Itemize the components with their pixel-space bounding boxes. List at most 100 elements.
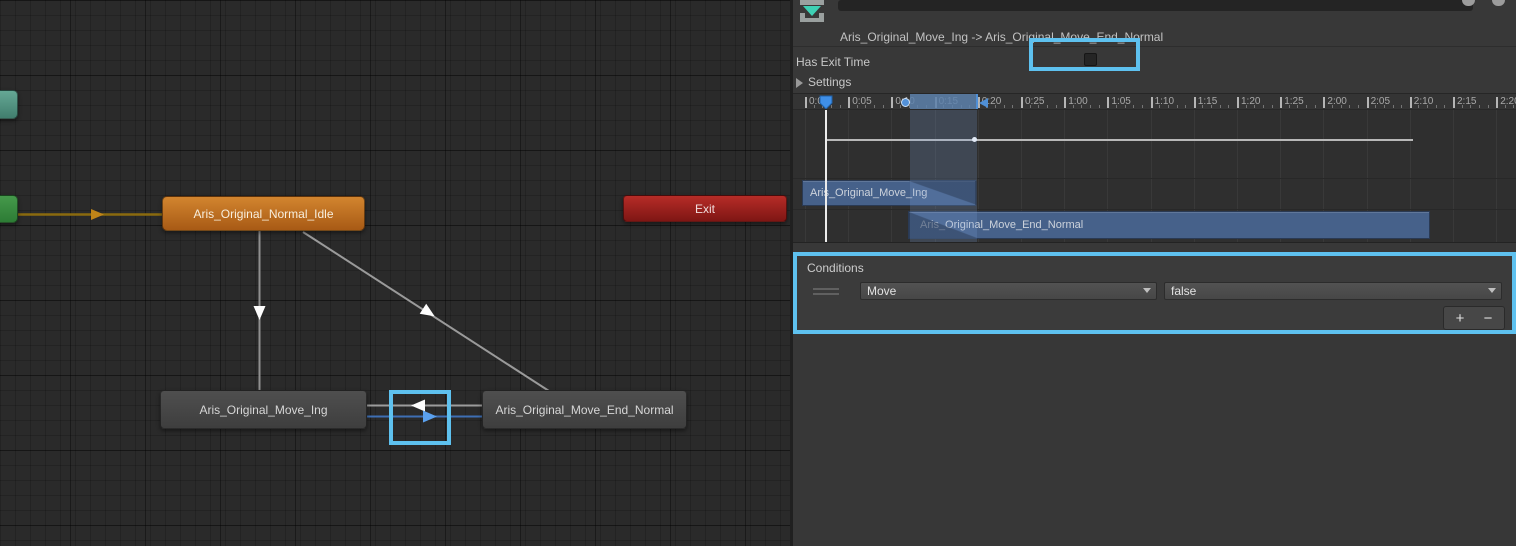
tick-minor <box>1047 105 1048 108</box>
timeline-area[interactable]: Aris_Original_Move_Ing Aris_Original_Mov… <box>793 110 1516 243</box>
condition-parameter-value: Move <box>867 284 896 298</box>
tick-minor <box>1228 105 1229 108</box>
state-machine-canvas[interactable]: Aris_Original_Normal_Idle Exit Aris_Orig… <box>0 0 790 546</box>
conditions-header: Conditions <box>807 261 864 275</box>
tick-label: 1:20 <box>1241 96 1260 107</box>
has-exit-time-label: Has Exit Time <box>796 55 870 69</box>
transition-arrow-diagonal-icon[interactable] <box>420 304 438 322</box>
tick-mark <box>1064 97 1066 108</box>
playhead-line[interactable] <box>825 110 827 243</box>
transition-range-ruler[interactable] <box>910 94 977 110</box>
tick-mark <box>1496 97 1498 108</box>
tick-minor <box>1133 105 1134 108</box>
tick-minor <box>1315 105 1316 108</box>
tick-label: 1:05 <box>1111 96 1130 107</box>
tick-mark <box>1107 97 1109 108</box>
entry-transition-arrow-icon[interactable] <box>91 209 104 220</box>
tick-minor <box>1220 105 1221 108</box>
tick-mark <box>1367 97 1369 108</box>
tick-label: 1:00 <box>1068 96 1087 107</box>
tick-minor <box>1004 105 1005 108</box>
tick-mark <box>891 97 893 108</box>
add-condition-button[interactable]: + <box>1447 307 1473 329</box>
node-move-end-label: Aris_Original_Move_End_Normal <box>495 403 673 417</box>
settings-foldout-icon[interactable] <box>796 78 803 88</box>
playhead-marker-icon[interactable] <box>819 95 833 110</box>
transition-edges <box>0 0 790 546</box>
tick-label: 1:10 <box>1155 96 1174 107</box>
area-gridline <box>1496 110 1497 243</box>
tick-label: 2:05 <box>1371 96 1390 107</box>
node-move-end-normal[interactable]: Aris_Original_Move_End_Normal <box>482 390 687 429</box>
track-separator <box>793 209 1516 210</box>
node-any-state-partial[interactable] <box>0 90 18 119</box>
transition-range-overlay[interactable] <box>910 110 977 243</box>
tick-mark <box>1453 97 1455 108</box>
chevron-down-icon <box>1143 288 1151 293</box>
tick-minor <box>1177 105 1178 108</box>
area-gridline <box>891 110 892 243</box>
header-separator <box>793 46 1516 47</box>
tick-minor <box>883 105 884 108</box>
remove-condition-button[interactable]: − <box>1475 307 1501 329</box>
tick-mark <box>1151 97 1153 108</box>
tick-minor <box>1358 105 1359 108</box>
settings-label[interactable]: Settings <box>808 75 851 89</box>
tick-label: 2:20 <box>1500 96 1516 107</box>
tick-minor <box>1056 105 1057 108</box>
track-separator <box>793 178 1516 179</box>
tick-minor <box>1436 105 1437 108</box>
node-exit-label: Exit <box>695 202 715 216</box>
header-slider-track[interactable] <box>838 0 1473 11</box>
transition-end-handle-line[interactable] <box>976 94 978 110</box>
transition-arrow-down-icon[interactable] <box>254 306 266 320</box>
tick-mark <box>1237 97 1239 108</box>
chevron-down-icon <box>1488 288 1496 293</box>
node-move-ing[interactable]: Aris_Original_Move_Ing <box>160 390 367 429</box>
tick-label: 2:10 <box>1414 96 1433 107</box>
tick-minor <box>1099 105 1100 108</box>
tick-minor <box>1272 105 1273 108</box>
conditions-list-footer: + − <box>1443 306 1505 330</box>
tick-mark <box>1323 97 1325 108</box>
tick-minor <box>1488 105 1489 108</box>
transition-end-handle-icon[interactable] <box>979 98 988 108</box>
tick-minor <box>840 105 841 108</box>
menu-icon-partial[interactable] <box>1492 0 1505 6</box>
tick-minor <box>1012 105 1013 108</box>
tick-minor <box>1393 105 1394 108</box>
tick-minor <box>1479 105 1480 108</box>
condition-value-dropdown[interactable]: false <box>1164 282 1502 300</box>
timeline-ruler[interactable]: 2:202:152:102:052:001:251:201:151:101:05… <box>793 93 1516 110</box>
transition-icon <box>797 0 827 23</box>
tick-minor <box>874 105 875 108</box>
timeline-bar-move-end[interactable]: Aris_Original_Move_End_Normal <box>908 211 1430 239</box>
tick-label: 0:05 <box>852 96 871 107</box>
tick-minor <box>1349 105 1350 108</box>
tick-label: 0:25 <box>1025 96 1044 107</box>
tick-mark <box>1410 97 1412 108</box>
tick-label: 1:25 <box>1284 96 1303 107</box>
tick-mark <box>1280 97 1282 108</box>
tick-label: 2:00 <box>1327 96 1346 107</box>
inspector-empty-area <box>793 334 1516 546</box>
transition-start-handle[interactable] <box>901 98 910 107</box>
highlight-box-checkbox <box>1029 38 1140 71</box>
area-gridline <box>848 110 849 243</box>
tick-minor <box>1185 105 1186 108</box>
tick-label: 1:15 <box>1198 96 1217 107</box>
node-exit[interactable]: Exit <box>623 195 787 222</box>
conditions-section: Conditions Move false + − <box>793 252 1516 334</box>
condition-drag-handle[interactable] <box>813 288 839 298</box>
highlight-box-transition-arrows <box>389 390 451 445</box>
animator-window: Aris_Original_Normal_Idle Exit Aris_Orig… <box>0 0 1516 546</box>
node-idle[interactable]: Aris_Original_Normal_Idle <box>162 196 365 231</box>
area-gridline <box>1453 110 1454 243</box>
condition-parameter-dropdown[interactable]: Move <box>860 282 1157 300</box>
tick-mark <box>1021 97 1023 108</box>
help-icon-partial[interactable] <box>1462 0 1475 6</box>
node-entry-partial[interactable] <box>0 195 18 223</box>
tick-mark <box>805 97 807 108</box>
tick-mark <box>1194 97 1196 108</box>
node-move-ing-label: Aris_Original_Move_Ing <box>199 403 327 417</box>
